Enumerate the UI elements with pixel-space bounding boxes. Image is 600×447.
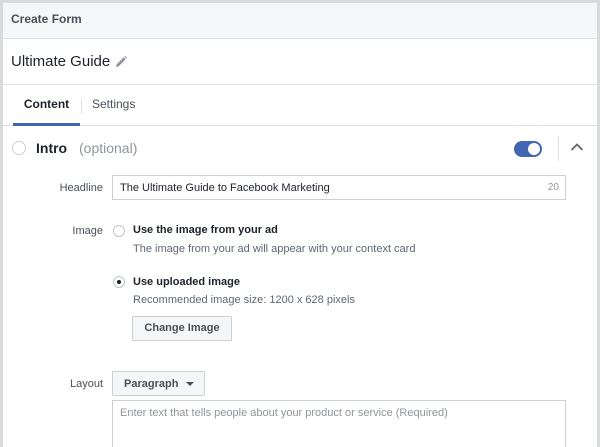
create-form-panel: Create Form Ultimate Guide Content Setti… [0,0,600,447]
section-optional-label: (optional) [79,140,138,156]
tab-divider [81,98,82,114]
option-uploaded-image-description: Recommended image size: 1200 x 628 pixel… [133,294,355,306]
radio-use-ad-image[interactable] [113,225,125,237]
image-label: Image [72,225,103,237]
tab-content[interactable]: Content [13,86,80,126]
form-name[interactable]: Ultimate Guide [11,53,110,70]
layout-text-placeholder: Enter text that tells people about your … [120,407,448,419]
layout-label: Layout [69,378,103,390]
header-divider [558,137,559,161]
chevron-up-icon[interactable] [570,141,584,153]
layout-select[interactable]: Paragraph [112,371,205,396]
form-name-row: Ultimate Guide [3,40,597,85]
option-ad-image-description: The image from your ad will appear with … [133,243,416,255]
tab-bar: Content Settings [3,86,597,126]
intro-toggle[interactable] [514,141,542,157]
tab-settings[interactable]: Settings [90,86,137,126]
change-image-button[interactable]: Change Image [132,316,232,341]
layout-selected-value: Paragraph [124,378,179,390]
option-uploaded-image-title[interactable]: Use uploaded image [133,276,240,288]
caret-down-icon [186,382,194,386]
intro-section-header: Intro (optional) [3,127,597,167]
radio-use-uploaded-image[interactable] [113,276,125,288]
headline-input[interactable]: The Ultimate Guide to Facebook Marketing… [112,175,566,200]
headline-char-count: 20 [547,182,559,193]
window-title: Create Form [11,12,82,26]
title-bar: Create Form [3,3,597,39]
headline-value: The Ultimate Guide to Facebook Marketing [120,182,330,194]
option-ad-image-title[interactable]: Use the image from your ad [133,224,278,236]
headline-label: Headline [59,182,103,194]
pencil-icon[interactable] [114,55,128,69]
layout-text-input[interactable]: Enter text that tells people about your … [112,400,566,447]
section-title: Intro [36,140,68,156]
intro-status-indicator [12,141,26,155]
